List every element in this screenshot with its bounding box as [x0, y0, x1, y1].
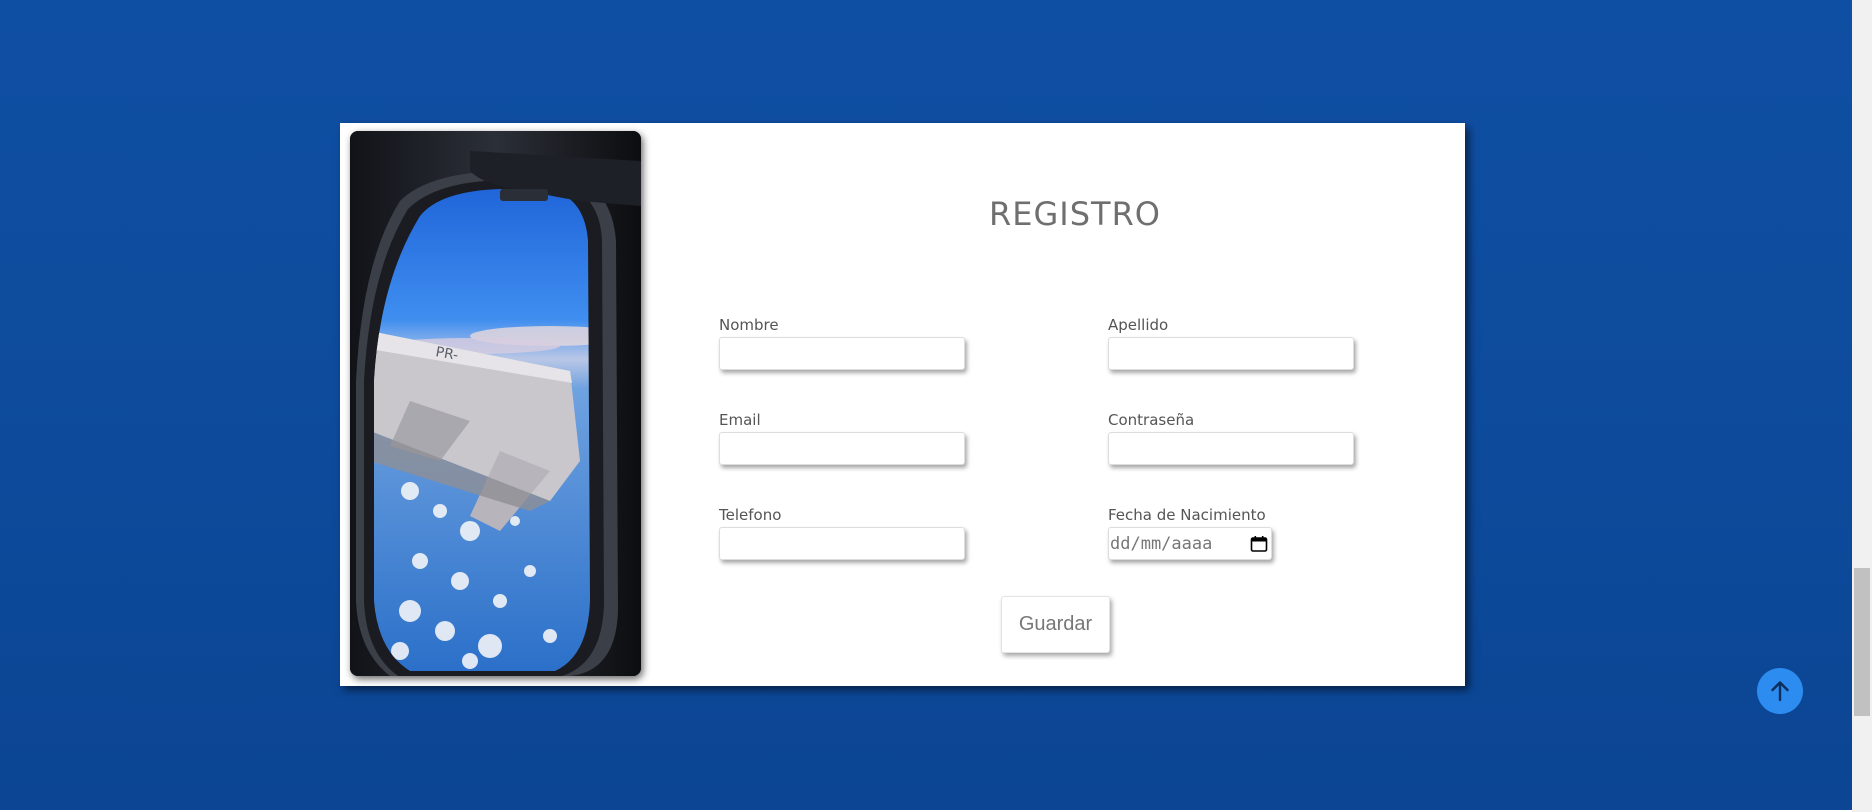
registration-card: PR- REGISTRO Nombre Apellido Email Contr… — [340, 123, 1465, 686]
apellido-label: Apellido — [1108, 316, 1169, 334]
fecha-nacimiento-input[interactable]: dd/mm/aaaa — [1108, 527, 1272, 560]
calendar-icon[interactable] — [1249, 534, 1269, 554]
email-label: Email — [719, 411, 761, 429]
airplane-window-photo: PR- — [350, 131, 641, 676]
date-placeholder: dd/mm/aaaa — [1110, 533, 1213, 554]
nombre-label: Nombre — [719, 316, 779, 334]
contrasena-input[interactable] — [1108, 432, 1354, 465]
scrollbar-thumb[interactable] — [1854, 568, 1870, 716]
email-input[interactable] — [719, 432, 965, 465]
telefono-input[interactable] — [719, 527, 965, 560]
apellido-input[interactable] — [1108, 337, 1354, 370]
fecha-nacimiento-label: Fecha de Nacimiento — [1108, 506, 1266, 524]
scroll-to-top-button[interactable] — [1757, 668, 1803, 714]
telefono-label: Telefono — [719, 506, 782, 524]
nombre-input[interactable] — [719, 337, 965, 370]
contrasena-label: Contraseña — [1108, 411, 1195, 429]
page-title: REGISTRO — [989, 195, 1161, 233]
scrollbar[interactable] — [1852, 0, 1872, 812]
arrow-up-icon — [1771, 681, 1789, 702]
guardar-button[interactable]: Guardar — [1001, 596, 1110, 653]
